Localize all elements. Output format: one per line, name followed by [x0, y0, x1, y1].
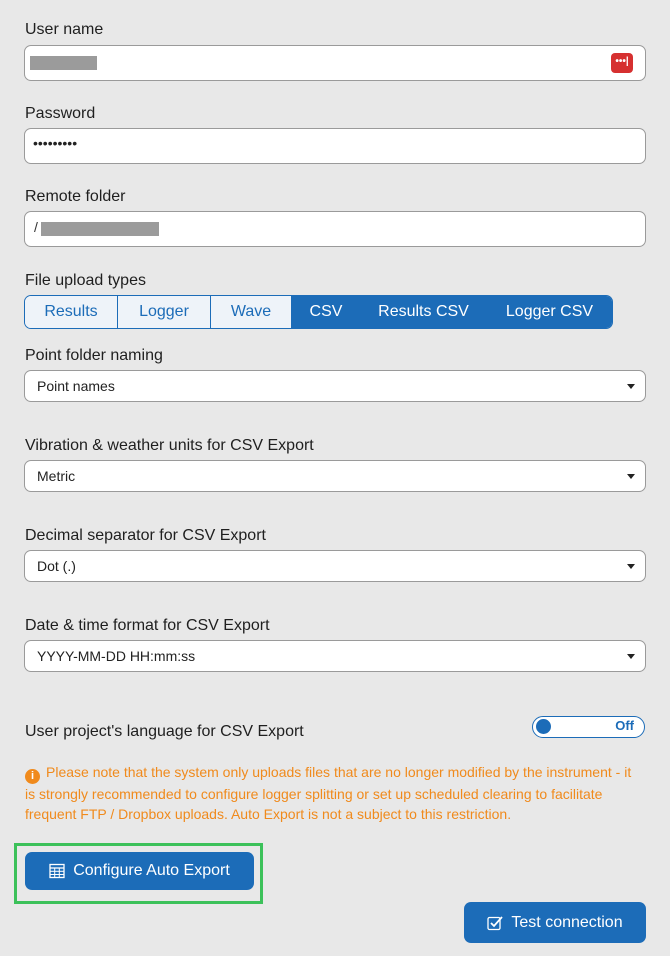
- password-label: Password: [25, 105, 96, 122]
- caret-down-icon: [627, 384, 635, 389]
- password-value: •••••••••: [33, 135, 78, 151]
- units-label: Vibration & weather units for CSV Export: [25, 437, 314, 454]
- username-label: User name: [25, 21, 104, 38]
- toggle-state: Off: [615, 718, 634, 733]
- date-format-value: YYYY-MM-DD HH:mm:ss: [37, 648, 196, 664]
- decimal-separator-value: Dot (.): [37, 558, 76, 574]
- units-select[interactable]: Metric: [24, 460, 646, 492]
- upload-type-csv[interactable]: CSV: [292, 296, 360, 328]
- upload-note: i Please note that the system only upload…: [25, 762, 635, 824]
- configure-auto-export-button[interactable]: Configure Auto Export: [25, 852, 254, 890]
- remote-folder-label: Remote folder: [25, 188, 126, 205]
- file-upload-types-segmented: Results Logger Wave CSV Results CSV Logg…: [24, 295, 613, 329]
- test-connection-label: Test connection: [511, 913, 623, 931]
- upload-type-logger-csv[interactable]: Logger CSV: [487, 296, 612, 328]
- date-format-select[interactable]: YYYY-MM-DD HH:mm:ss: [24, 640, 646, 672]
- upload-type-wave[interactable]: Wave: [211, 296, 292, 328]
- upload-type-results[interactable]: Results: [25, 296, 118, 328]
- password-input[interactable]: •••••••••: [24, 128, 646, 164]
- remote-folder-input[interactable]: /: [24, 211, 646, 247]
- date-format-label: Date & time format for CSV Export: [25, 617, 270, 634]
- upload-type-results-csv[interactable]: Results CSV: [360, 296, 487, 328]
- redacted-folder-path: [41, 222, 159, 236]
- decimal-separator-label: Decimal separator for CSV Export: [25, 527, 266, 544]
- point-folder-naming-value: Point names: [37, 378, 115, 394]
- decimal-separator-select[interactable]: Dot (.): [24, 550, 646, 582]
- username-input[interactable]: •••|: [24, 45, 646, 81]
- point-folder-naming-select[interactable]: Point names: [24, 370, 646, 402]
- file-upload-types-label: File upload types: [25, 272, 146, 289]
- configure-auto-export-label: Configure Auto Export: [73, 862, 230, 879]
- upload-type-logger[interactable]: Logger: [118, 296, 211, 328]
- caret-down-icon: [627, 564, 635, 569]
- test-connection-button[interactable]: Test connection: [464, 902, 646, 943]
- language-toggle[interactable]: Off: [532, 716, 645, 738]
- caret-down-icon: [627, 654, 635, 659]
- checkbox-checked-icon: [487, 915, 504, 931]
- point-folder-naming-label: Point folder naming: [25, 347, 163, 364]
- table-icon: [49, 863, 65, 879]
- caret-down-icon: [627, 474, 635, 479]
- language-label: User project's language for CSV Export: [25, 723, 304, 740]
- toggle-knob: [536, 719, 551, 734]
- remote-folder-prefix: /: [34, 219, 38, 235]
- password-manager-icon[interactable]: •••|: [611, 53, 633, 73]
- info-icon: i: [25, 769, 40, 784]
- note-text: Please note that the system only uploads…: [25, 764, 632, 822]
- units-value: Metric: [37, 468, 76, 484]
- redacted-username: [30, 56, 97, 70]
